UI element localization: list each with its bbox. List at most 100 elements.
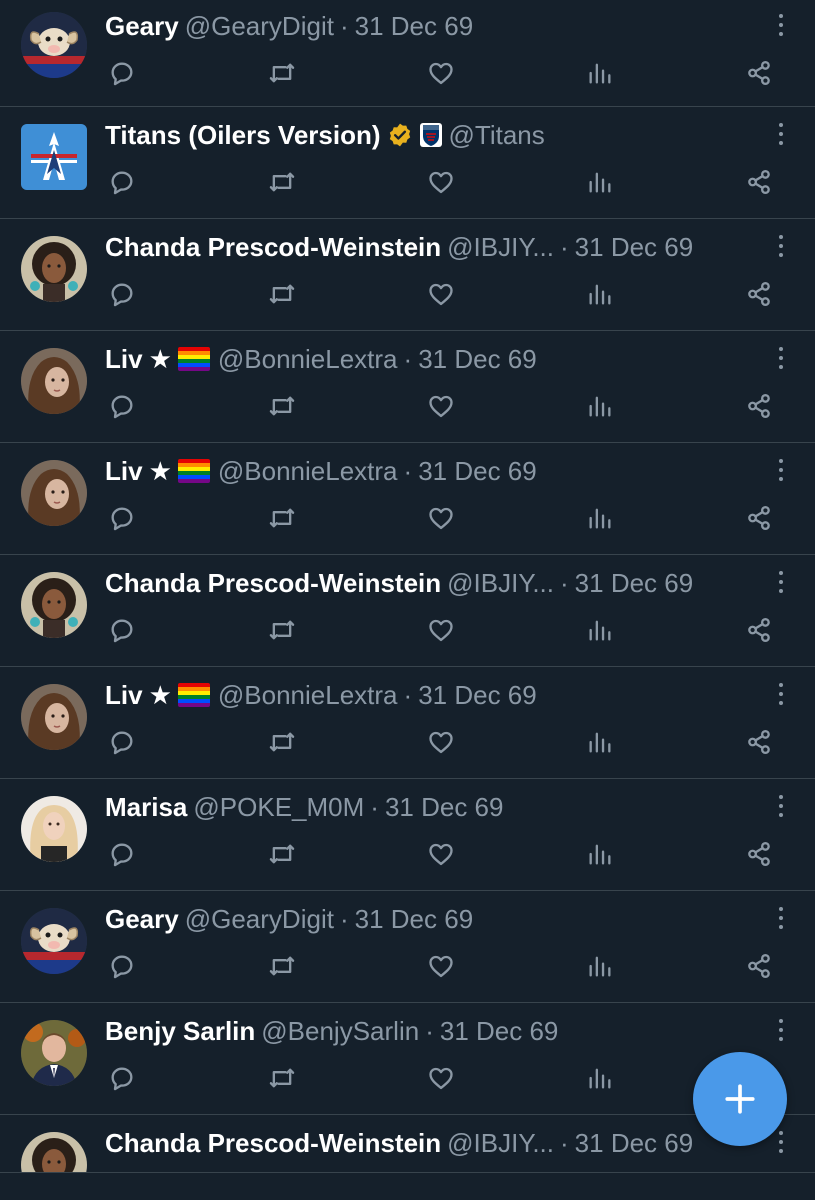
like-icon[interactable] <box>424 1061 458 1095</box>
avatar[interactable] <box>21 348 87 414</box>
user-handle[interactable]: @Titans <box>449 115 545 155</box>
display-name[interactable]: Liv <box>105 339 143 379</box>
views-icon[interactable] <box>583 165 617 199</box>
more-options-icon[interactable] <box>775 679 787 709</box>
display-name[interactable]: Liv <box>105 675 143 715</box>
more-options-icon[interactable] <box>775 119 787 149</box>
reply-icon[interactable] <box>105 837 139 871</box>
like-icon[interactable] <box>424 501 458 535</box>
share-icon[interactable] <box>742 277 776 311</box>
display-name[interactable]: Chanda Prescod-Weinstein <box>105 227 441 267</box>
tweet-row[interactable]: Geary @GearyDigit · 31 Dec 69 <box>0 0 815 107</box>
timestamp[interactable]: 31 Dec 69 <box>418 339 537 379</box>
timestamp[interactable]: 31 Dec 69 <box>418 675 537 715</box>
share-icon[interactable] <box>742 949 776 983</box>
more-options-icon[interactable] <box>775 903 787 933</box>
reply-icon[interactable] <box>105 501 139 535</box>
timestamp[interactable]: 31 Dec 69 <box>575 227 694 267</box>
views-icon[interactable] <box>583 277 617 311</box>
like-icon[interactable] <box>424 277 458 311</box>
display-name[interactable]: Benjy Sarlin <box>105 1011 255 1051</box>
like-icon[interactable] <box>424 165 458 199</box>
display-name[interactable]: Chanda Prescod-Weinstein <box>105 563 441 603</box>
timestamp[interactable]: 31 Dec 69 <box>385 787 504 827</box>
retweet-icon[interactable] <box>265 277 299 311</box>
user-handle[interactable]: @IBJIY... <box>447 1123 554 1163</box>
user-handle[interactable]: @BonnieLextra <box>218 339 398 379</box>
timestamp[interactable]: 31 Dec 69 <box>440 1011 559 1051</box>
avatar[interactable] <box>21 684 87 750</box>
user-handle[interactable]: @IBJIY... <box>447 563 554 603</box>
retweet-icon[interactable] <box>265 613 299 647</box>
share-icon[interactable] <box>742 613 776 647</box>
like-icon[interactable] <box>424 389 458 423</box>
more-options-icon[interactable] <box>775 567 787 597</box>
more-options-icon[interactable] <box>775 10 787 40</box>
more-options-icon[interactable] <box>775 343 787 373</box>
tweet-row[interactable]: Chanda Prescod-Weinstein @IBJIY... · 31 Dec… <box>0 555 815 667</box>
display-name[interactable]: Chanda Prescod-Weinstein <box>105 1123 441 1163</box>
more-options-icon[interactable] <box>775 791 787 821</box>
share-icon[interactable] <box>742 837 776 871</box>
timestamp[interactable]: 31 Dec 69 <box>575 1123 694 1163</box>
share-icon[interactable] <box>742 501 776 535</box>
tweet-row[interactable]: Titans (Oilers Version) @Titans <box>0 107 815 219</box>
user-handle[interactable]: @BonnieLextra <box>218 451 398 491</box>
share-icon[interactable] <box>742 725 776 759</box>
timestamp[interactable]: 31 Dec 69 <box>575 563 694 603</box>
views-icon[interactable] <box>583 501 617 535</box>
like-icon[interactable] <box>424 837 458 871</box>
timestamp[interactable]: 31 Dec 69 <box>418 451 537 491</box>
avatar[interactable] <box>21 1020 87 1086</box>
more-options-icon[interactable] <box>775 231 787 261</box>
tweet-row[interactable]: Liv ★ @BonnieLextra · 31 Dec 69 <box>0 443 815 555</box>
tweet-row[interactable]: Liv ★ @BonnieLextra · 31 Dec 69 <box>0 331 815 443</box>
tweet-row[interactable]: Geary @GearyDigit · 31 Dec 69 <box>0 891 815 1003</box>
retweet-icon[interactable] <box>265 1061 299 1095</box>
more-options-icon[interactable] <box>775 1015 787 1045</box>
share-icon[interactable] <box>742 389 776 423</box>
like-icon[interactable] <box>424 613 458 647</box>
tweet-row[interactable]: Marisa @POKE_M0M · 31 Dec 69 <box>0 779 815 891</box>
views-icon[interactable] <box>583 725 617 759</box>
more-options-icon[interactable] <box>775 1127 787 1157</box>
compose-button[interactable] <box>693 1052 787 1146</box>
display-name[interactable]: Titans (Oilers Version) <box>105 115 381 155</box>
display-name[interactable]: Geary <box>105 6 179 46</box>
like-icon[interactable] <box>424 56 458 90</box>
retweet-icon[interactable] <box>265 165 299 199</box>
tweet-row[interactable]: Liv ★ @BonnieLextra · 31 Dec 69 <box>0 667 815 779</box>
reply-icon[interactable] <box>105 277 139 311</box>
avatar[interactable] <box>21 796 87 862</box>
display-name[interactable]: Marisa <box>105 787 187 827</box>
views-icon[interactable] <box>583 613 617 647</box>
like-icon[interactable] <box>424 725 458 759</box>
retweet-icon[interactable] <box>265 949 299 983</box>
reply-icon[interactable] <box>105 56 139 90</box>
reply-icon[interactable] <box>105 165 139 199</box>
tweet-row[interactable]: Chanda Prescod-Weinstein @IBJIY... · 31 Dec… <box>0 219 815 331</box>
retweet-icon[interactable] <box>265 837 299 871</box>
user-handle[interactable]: @IBJIY... <box>447 227 554 267</box>
like-icon[interactable] <box>424 949 458 983</box>
retweet-icon[interactable] <box>265 56 299 90</box>
user-handle[interactable]: @POKE_M0M <box>193 787 364 827</box>
more-options-icon[interactable] <box>775 455 787 485</box>
views-icon[interactable] <box>583 837 617 871</box>
avatar[interactable] <box>21 460 87 526</box>
reply-icon[interactable] <box>105 613 139 647</box>
avatar[interactable] <box>21 908 87 974</box>
user-handle[interactable]: @BenjySarlin <box>261 1011 419 1051</box>
retweet-icon[interactable] <box>265 389 299 423</box>
reply-icon[interactable] <box>105 389 139 423</box>
views-icon[interactable] <box>583 949 617 983</box>
user-handle[interactable]: @GearyDigit <box>185 6 334 46</box>
user-handle[interactable]: @BonnieLextra <box>218 675 398 715</box>
reply-icon[interactable] <box>105 949 139 983</box>
views-icon[interactable] <box>583 56 617 90</box>
avatar[interactable] <box>21 572 87 638</box>
timestamp[interactable]: 31 Dec 69 <box>355 899 474 939</box>
avatar[interactable] <box>21 236 87 302</box>
reply-icon[interactable] <box>105 1061 139 1095</box>
display-name[interactable]: Geary <box>105 899 179 939</box>
